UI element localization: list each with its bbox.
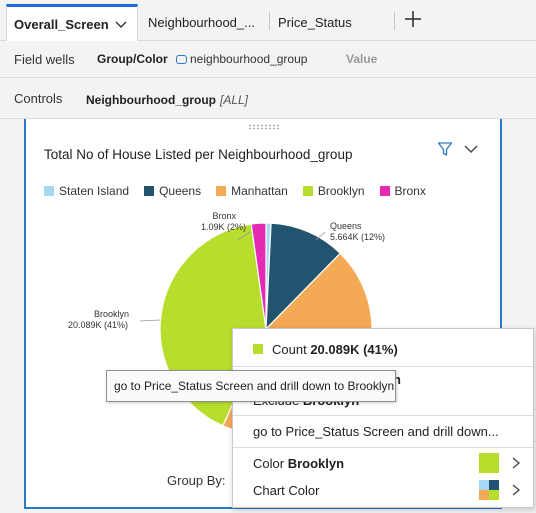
legend-label: Staten Island	[59, 184, 130, 198]
count-value: 20.089K (41%)	[310, 341, 398, 357]
data-label-brooklyn-value: 20.089K (41%)	[68, 320, 129, 330]
count-swatch	[253, 344, 263, 354]
tab-label: Neighbourhood_...	[148, 15, 255, 30]
chart-color-label: Chart Color	[253, 482, 320, 498]
tab-bar: Overall_Screen Neighbourhood_... Price_S…	[0, 0, 536, 41]
tab-price-status[interactable]: Price_Status	[278, 4, 388, 41]
legend-item[interactable]: Staten Island	[44, 184, 129, 198]
legend-item[interactable]: Queens	[144, 184, 201, 198]
legend-label: Queens	[159, 184, 202, 198]
controls-bar[interactable]: Controls	[0, 78, 536, 119]
dimension-field-icon	[176, 54, 187, 64]
value-well-label[interactable]: Value	[346, 52, 377, 66]
menu-divider	[233, 366, 533, 367]
data-label-queens-name: Queens	[330, 221, 362, 231]
legend-swatch	[216, 186, 227, 196]
data-label-queens-value: 5.664K (12%)	[330, 232, 386, 242]
tab-label: Price_Status	[278, 15, 352, 30]
drill-down-label: go to Price_Status Screen and drill down…	[253, 423, 499, 439]
tooltip-text: go to Price_Status Screen and drill down…	[114, 379, 395, 393]
chart-color-menu-item[interactable]: Chart Color	[233, 478, 533, 502]
legend-swatch	[44, 186, 54, 196]
group-by-label: Group By:	[167, 473, 226, 488]
legend-label: Bronx	[394, 184, 426, 198]
tab-label: Overall_Screen	[14, 16, 109, 32]
add-sheet-icon[interactable]	[402, 8, 424, 30]
legend-swatch	[302, 186, 313, 196]
tab-divider	[394, 12, 395, 30]
color-menu-item[interactable]: Color Brooklyn	[233, 451, 533, 475]
color-label: Color	[253, 455, 285, 471]
legend-item[interactable]: Brooklyn	[302, 184, 365, 198]
data-label-bronx-value: 1.09K (2%)	[200, 222, 246, 232]
controls-label: Controls	[14, 90, 63, 106]
legend-label: Brooklyn	[317, 184, 365, 198]
group-color-well-label: Group/Color	[97, 52, 168, 66]
tab-divider	[269, 12, 270, 30]
color-swatch	[479, 453, 499, 473]
data-point-context-menu: Count 20.089K (41%) n Exclude Brooklyn g…	[232, 328, 534, 508]
legend-label: Manhattan	[231, 184, 288, 198]
drill-down-menu-item[interactable]: go to Price_Status Screen and drill down…	[233, 418, 533, 444]
group-color-field[interactable]: neighbourhood_group	[176, 52, 307, 66]
count-label: Count	[272, 341, 307, 357]
color-value: Brooklyn	[287, 455, 345, 471]
drag-handle-icon[interactable]	[248, 124, 280, 130]
tab-neighbourhood[interactable]: Neighbourhood_...	[148, 4, 268, 41]
chevron-right-icon	[512, 484, 521, 496]
tab-overall-screen[interactable]: Overall_Screen	[6, 4, 138, 41]
group-color-field-value: neighbourhood_group	[190, 52, 308, 66]
chart-legend: Staten Island Queens Manhattan Brooklyn …	[44, 184, 441, 198]
data-label-brooklyn-name: Brooklyn	[94, 309, 130, 319]
menu-divider	[233, 447, 533, 448]
legend-item[interactable]: Bronx	[379, 184, 426, 198]
chevron-right-icon	[512, 457, 521, 469]
legend-swatch	[144, 186, 155, 196]
chart-color-palette-icon	[479, 480, 499, 500]
chevron-down-icon[interactable]	[115, 18, 127, 30]
legend-item[interactable]: Manhattan	[216, 184, 288, 198]
control-value[interactable]: [ALL]	[220, 93, 248, 107]
menu-divider	[233, 415, 533, 416]
count-row: Count 20.089K (41%)	[233, 338, 533, 360]
field-wells-label: Field wells	[14, 51, 75, 67]
control-name[interactable]: Neighbourhood_group	[86, 93, 216, 107]
drill-down-tooltip: go to Price_Status Screen and drill down…	[106, 370, 396, 402]
filter-icon[interactable]	[437, 141, 453, 157]
visual-menu-chevron-icon[interactable]	[464, 143, 478, 155]
data-label-bronx-name: Bronx	[212, 211, 236, 221]
visual-title: Total No of House Listed per Neighbourho…	[44, 147, 353, 162]
legend-swatch	[379, 186, 390, 196]
